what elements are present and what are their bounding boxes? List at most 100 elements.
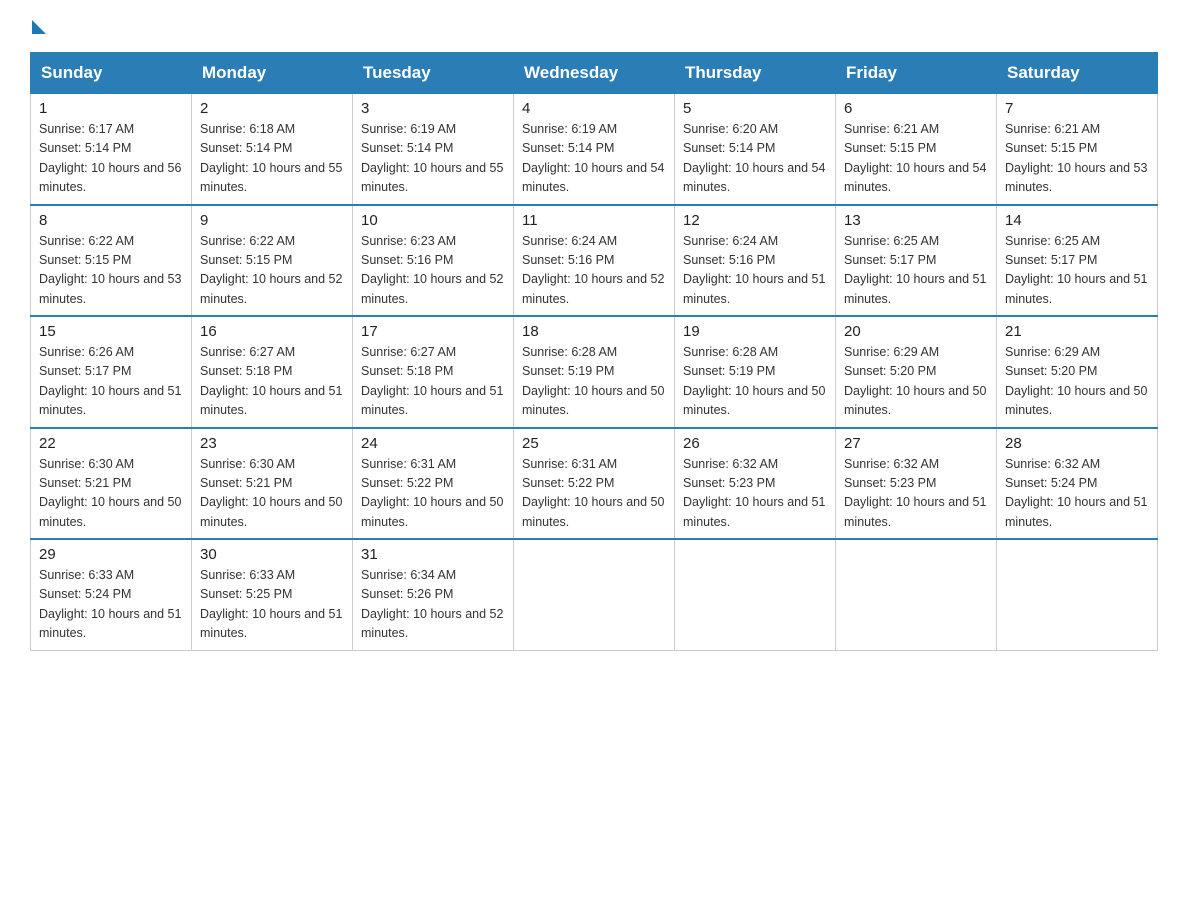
calendar-week-row: 15 Sunrise: 6:26 AMSunset: 5:17 PMDaylig… [31,316,1158,428]
calendar-cell: 15 Sunrise: 6:26 AMSunset: 5:17 PMDaylig… [31,316,192,428]
day-number: 24 [361,435,505,452]
weekday-header-row: SundayMondayTuesdayWednesdayThursdayFrid… [31,53,1158,94]
day-info: Sunrise: 6:27 AMSunset: 5:18 PMDaylight:… [361,345,503,417]
calendar-cell: 16 Sunrise: 6:27 AMSunset: 5:18 PMDaylig… [192,316,353,428]
day-info: Sunrise: 6:33 AMSunset: 5:24 PMDaylight:… [39,568,181,640]
day-info: Sunrise: 6:21 AMSunset: 5:15 PMDaylight:… [1005,122,1147,194]
day-info: Sunrise: 6:27 AMSunset: 5:18 PMDaylight:… [200,345,342,417]
calendar-cell: 29 Sunrise: 6:33 AMSunset: 5:24 PMDaylig… [31,539,192,650]
calendar-cell: 2 Sunrise: 6:18 AMSunset: 5:14 PMDayligh… [192,94,353,205]
day-info: Sunrise: 6:34 AMSunset: 5:26 PMDaylight:… [361,568,503,640]
day-number: 26 [683,435,827,452]
calendar-cell: 18 Sunrise: 6:28 AMSunset: 5:19 PMDaylig… [514,316,675,428]
calendar-cell: 3 Sunrise: 6:19 AMSunset: 5:14 PMDayligh… [353,94,514,205]
day-info: Sunrise: 6:31 AMSunset: 5:22 PMDaylight:… [361,457,503,529]
day-number: 11 [522,212,666,229]
day-number: 3 [361,100,505,117]
day-info: Sunrise: 6:18 AMSunset: 5:14 PMDaylight:… [200,122,342,194]
day-number: 22 [39,435,183,452]
day-info: Sunrise: 6:19 AMSunset: 5:14 PMDaylight:… [361,122,503,194]
weekday-header-friday: Friday [836,53,997,94]
day-number: 17 [361,323,505,340]
calendar-cell: 5 Sunrise: 6:20 AMSunset: 5:14 PMDayligh… [675,94,836,205]
day-info: Sunrise: 6:26 AMSunset: 5:17 PMDaylight:… [39,345,181,417]
calendar-cell [836,539,997,650]
day-info: Sunrise: 6:32 AMSunset: 5:24 PMDaylight:… [1005,457,1147,529]
weekday-header-wednesday: Wednesday [514,53,675,94]
day-info: Sunrise: 6:31 AMSunset: 5:22 PMDaylight:… [522,457,664,529]
day-number: 7 [1005,100,1149,117]
day-number: 12 [683,212,827,229]
calendar-cell: 17 Sunrise: 6:27 AMSunset: 5:18 PMDaylig… [353,316,514,428]
day-info: Sunrise: 6:22 AMSunset: 5:15 PMDaylight:… [39,234,181,306]
calendar-cell: 12 Sunrise: 6:24 AMSunset: 5:16 PMDaylig… [675,205,836,317]
day-info: Sunrise: 6:30 AMSunset: 5:21 PMDaylight:… [200,457,342,529]
day-number: 8 [39,212,183,229]
day-info: Sunrise: 6:28 AMSunset: 5:19 PMDaylight:… [522,345,664,417]
weekday-header-monday: Monday [192,53,353,94]
calendar-cell: 20 Sunrise: 6:29 AMSunset: 5:20 PMDaylig… [836,316,997,428]
day-info: Sunrise: 6:20 AMSunset: 5:14 PMDaylight:… [683,122,825,194]
calendar-cell: 22 Sunrise: 6:30 AMSunset: 5:21 PMDaylig… [31,428,192,540]
day-number: 14 [1005,212,1149,229]
calendar-cell: 13 Sunrise: 6:25 AMSunset: 5:17 PMDaylig… [836,205,997,317]
day-info: Sunrise: 6:32 AMSunset: 5:23 PMDaylight:… [683,457,825,529]
day-number: 10 [361,212,505,229]
calendar-cell: 31 Sunrise: 6:34 AMSunset: 5:26 PMDaylig… [353,539,514,650]
day-number: 1 [39,100,183,117]
day-info: Sunrise: 6:25 AMSunset: 5:17 PMDaylight:… [1005,234,1147,306]
day-number: 31 [361,546,505,563]
day-number: 2 [200,100,344,117]
calendar-week-row: 29 Sunrise: 6:33 AMSunset: 5:24 PMDaylig… [31,539,1158,650]
day-info: Sunrise: 6:22 AMSunset: 5:15 PMDaylight:… [200,234,342,306]
calendar-cell: 27 Sunrise: 6:32 AMSunset: 5:23 PMDaylig… [836,428,997,540]
day-number: 18 [522,323,666,340]
calendar-cell: 24 Sunrise: 6:31 AMSunset: 5:22 PMDaylig… [353,428,514,540]
day-info: Sunrise: 6:19 AMSunset: 5:14 PMDaylight:… [522,122,664,194]
day-number: 30 [200,546,344,563]
logo-arrow-icon [32,20,46,34]
calendar-cell: 7 Sunrise: 6:21 AMSunset: 5:15 PMDayligh… [997,94,1158,205]
calendar-cell: 14 Sunrise: 6:25 AMSunset: 5:17 PMDaylig… [997,205,1158,317]
weekday-header-thursday: Thursday [675,53,836,94]
calendar-cell [514,539,675,650]
day-info: Sunrise: 6:21 AMSunset: 5:15 PMDaylight:… [844,122,986,194]
calendar-cell: 25 Sunrise: 6:31 AMSunset: 5:22 PMDaylig… [514,428,675,540]
day-number: 23 [200,435,344,452]
day-info: Sunrise: 6:17 AMSunset: 5:14 PMDaylight:… [39,122,181,194]
day-info: Sunrise: 6:25 AMSunset: 5:17 PMDaylight:… [844,234,986,306]
page-header [30,20,1158,34]
day-info: Sunrise: 6:24 AMSunset: 5:16 PMDaylight:… [683,234,825,306]
calendar-cell: 28 Sunrise: 6:32 AMSunset: 5:24 PMDaylig… [997,428,1158,540]
calendar-week-row: 8 Sunrise: 6:22 AMSunset: 5:15 PMDayligh… [31,205,1158,317]
calendar-week-row: 1 Sunrise: 6:17 AMSunset: 5:14 PMDayligh… [31,94,1158,205]
calendar-cell: 8 Sunrise: 6:22 AMSunset: 5:15 PMDayligh… [31,205,192,317]
day-info: Sunrise: 6:29 AMSunset: 5:20 PMDaylight:… [1005,345,1147,417]
day-info: Sunrise: 6:29 AMSunset: 5:20 PMDaylight:… [844,345,986,417]
calendar-table: SundayMondayTuesdayWednesdayThursdayFrid… [30,52,1158,651]
calendar-cell: 23 Sunrise: 6:30 AMSunset: 5:21 PMDaylig… [192,428,353,540]
weekday-header-tuesday: Tuesday [353,53,514,94]
day-number: 20 [844,323,988,340]
calendar-cell: 11 Sunrise: 6:24 AMSunset: 5:16 PMDaylig… [514,205,675,317]
calendar-cell: 6 Sunrise: 6:21 AMSunset: 5:15 PMDayligh… [836,94,997,205]
calendar-week-row: 22 Sunrise: 6:30 AMSunset: 5:21 PMDaylig… [31,428,1158,540]
day-number: 15 [39,323,183,340]
day-number: 16 [200,323,344,340]
day-number: 13 [844,212,988,229]
day-info: Sunrise: 6:28 AMSunset: 5:19 PMDaylight:… [683,345,825,417]
calendar-cell: 19 Sunrise: 6:28 AMSunset: 5:19 PMDaylig… [675,316,836,428]
calendar-cell: 30 Sunrise: 6:33 AMSunset: 5:25 PMDaylig… [192,539,353,650]
day-info: Sunrise: 6:32 AMSunset: 5:23 PMDaylight:… [844,457,986,529]
day-info: Sunrise: 6:24 AMSunset: 5:16 PMDaylight:… [522,234,664,306]
calendar-cell: 10 Sunrise: 6:23 AMSunset: 5:16 PMDaylig… [353,205,514,317]
calendar-cell: 26 Sunrise: 6:32 AMSunset: 5:23 PMDaylig… [675,428,836,540]
calendar-cell: 21 Sunrise: 6:29 AMSunset: 5:20 PMDaylig… [997,316,1158,428]
day-number: 27 [844,435,988,452]
day-number: 4 [522,100,666,117]
day-info: Sunrise: 6:33 AMSunset: 5:25 PMDaylight:… [200,568,342,640]
calendar-cell: 4 Sunrise: 6:19 AMSunset: 5:14 PMDayligh… [514,94,675,205]
weekday-header-sunday: Sunday [31,53,192,94]
day-number: 29 [39,546,183,563]
day-number: 5 [683,100,827,117]
